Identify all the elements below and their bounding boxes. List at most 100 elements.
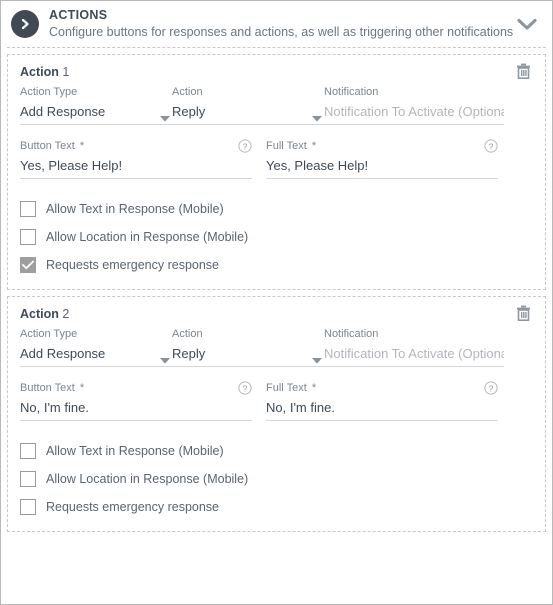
action-field: Action Reply: [172, 327, 324, 367]
caret-down-icon: [312, 351, 322, 364]
notification-input[interactable]: Notification To Activate (Optional): [324, 341, 504, 367]
button-text-field: Button Text * ? No, I'm fine.: [20, 381, 252, 421]
allow-text-checkbox-row[interactable]: Allow Text in Response (Mobile): [20, 195, 533, 223]
button-text-label: Button Text *: [20, 382, 85, 394]
full-text-input[interactable]: No, I'm fine.: [266, 395, 498, 421]
allow-location-checkbox[interactable]: [20, 471, 36, 487]
action-value: Reply: [172, 345, 206, 361]
trash-icon[interactable]: [513, 61, 533, 81]
emergency-checkbox-row[interactable]: Requests emergency response: [20, 493, 533, 521]
allow-text-label: Allow Text in Response (Mobile): [46, 444, 224, 458]
action-card-title-number: 2: [62, 307, 70, 321]
allow-text-label: Allow Text in Response (Mobile): [46, 202, 224, 216]
check-icon: [22, 260, 34, 270]
allow-location-checkbox[interactable]: [20, 229, 36, 245]
button-text-label: Button Text *: [20, 140, 85, 152]
help-circle-icon[interactable]: ?: [484, 381, 498, 395]
emergency-label: Requests emergency response: [46, 500, 220, 514]
action-type-label: Action Type: [20, 86, 78, 98]
action-card: Action 1 Action Type Add Response Action…: [7, 54, 546, 290]
button-text-input[interactable]: Yes, Please Help!: [20, 153, 252, 179]
full-text-value: No, I'm fine.: [266, 399, 335, 415]
emergency-checkbox[interactable]: [20, 257, 36, 273]
selects-row: Action Type Add Response Action Reply No…: [20, 327, 533, 367]
chevron-right-circle-icon: [11, 9, 39, 38]
svg-text:?: ?: [243, 383, 248, 393]
button-text-value: Yes, Please Help!: [20, 157, 123, 173]
full-text-label: Full Text *: [266, 382, 317, 394]
full-text-field: Full Text * ? Yes, Please Help!: [266, 139, 498, 179]
allow-text-checkbox[interactable]: [20, 201, 36, 217]
action-label: Action: [172, 86, 203, 98]
action-card: Action 2 Action Type Add Response Action…: [7, 296, 546, 532]
page-title: ACTIONS: [49, 7, 108, 22]
full-text-field: Full Text * ? No, I'm fine.: [266, 381, 498, 421]
texts-row: Button Text * ? Yes, Please Help! Full T…: [20, 139, 533, 179]
full-text-label-row: Full Text * ?: [266, 381, 498, 395]
button-text-label-row: Button Text * ?: [20, 381, 252, 395]
page-subtitle: Configure buttons for responses and acti…: [49, 24, 514, 39]
notification-placeholder: Notification To Activate (Optional): [324, 103, 504, 119]
action-type-label: Action Type: [20, 328, 78, 340]
actions-panel: ACTIONS Configure buttons for responses …: [0, 0, 553, 605]
trash-icon[interactable]: [513, 303, 533, 323]
notification-input[interactable]: Notification To Activate (Optional): [324, 99, 504, 125]
emergency-checkbox-row[interactable]: Requests emergency response: [20, 251, 533, 279]
action-type-select[interactable]: Add Response: [20, 341, 172, 367]
allow-text-checkbox[interactable]: [20, 443, 36, 459]
help-circle-icon[interactable]: ?: [484, 139, 498, 153]
button-text-value: No, I'm fine.: [20, 399, 89, 415]
full-text-label-row: Full Text * ?: [266, 139, 498, 153]
help-circle-icon[interactable]: ?: [238, 381, 252, 395]
options-group: Allow Text in Response (Mobile) Allow Lo…: [20, 195, 533, 279]
allow-location-checkbox-row[interactable]: Allow Location in Response (Mobile): [20, 223, 533, 251]
button-text-label-row: Button Text * ?: [20, 139, 252, 153]
button-text-input[interactable]: No, I'm fine.: [20, 395, 252, 421]
emergency-label: Requests emergency response: [46, 258, 220, 272]
selects-row: Action Type Add Response Action Reply No…: [20, 85, 533, 125]
action-field: Action Reply: [172, 85, 324, 125]
action-card-title: Action 1: [20, 63, 69, 80]
help-circle-icon[interactable]: ?: [238, 139, 252, 153]
notification-label: Notification: [324, 328, 379, 340]
action-type-select[interactable]: Add Response: [20, 99, 172, 125]
action-label: Action: [172, 328, 203, 340]
actions-list: Action 1 Action Type Add Response Action…: [1, 48, 552, 532]
action-card-title-word: Action: [20, 307, 59, 321]
notification-label: Notification: [324, 86, 379, 98]
action-select[interactable]: Reply: [172, 341, 324, 367]
caret-down-icon: [160, 109, 170, 122]
svg-text:?: ?: [489, 141, 494, 151]
full-text-value: Yes, Please Help!: [266, 157, 369, 173]
action-type-field: Action Type Add Response: [20, 85, 172, 125]
header-texts: ACTIONS Configure buttons for responses …: [49, 7, 514, 40]
allow-location-label: Allow Location in Response (Mobile): [46, 472, 249, 486]
full-text-input[interactable]: Yes, Please Help!: [266, 153, 498, 179]
action-card-title-word: Action: [20, 65, 59, 79]
allow-location-label: Allow Location in Response (Mobile): [46, 230, 249, 244]
emergency-checkbox[interactable]: [20, 499, 36, 515]
action-type-field: Action Type Add Response: [20, 327, 172, 367]
options-group: Allow Text in Response (Mobile) Allow Lo…: [20, 437, 533, 521]
card-title-row: Action 2: [20, 305, 533, 323]
action-card-title-number: 1: [62, 65, 70, 79]
svg-text:?: ?: [489, 383, 494, 393]
svg-text:?: ?: [243, 141, 248, 151]
action-type-value: Add Response: [20, 345, 106, 361]
action-card-title: Action 2: [20, 305, 69, 322]
button-text-field: Button Text * ? Yes, Please Help!: [20, 139, 252, 179]
chevron-down-icon[interactable]: [514, 11, 540, 37]
action-select[interactable]: Reply: [172, 99, 324, 125]
card-title-row: Action 1: [20, 63, 533, 81]
allow-location-checkbox-row[interactable]: Allow Location in Response (Mobile): [20, 465, 533, 493]
notification-placeholder: Notification To Activate (Optional): [324, 345, 504, 361]
full-text-label: Full Text *: [266, 140, 317, 152]
notification-field: Notification Notification To Activate (O…: [324, 85, 504, 125]
caret-down-icon: [160, 351, 170, 364]
texts-row: Button Text * ? No, I'm fine. Full Text …: [20, 381, 533, 421]
action-type-value: Add Response: [20, 103, 106, 119]
caret-down-icon: [312, 109, 322, 122]
action-value: Reply: [172, 103, 206, 119]
section-header: ACTIONS Configure buttons for responses …: [1, 1, 552, 47]
allow-text-checkbox-row[interactable]: Allow Text in Response (Mobile): [20, 437, 533, 465]
